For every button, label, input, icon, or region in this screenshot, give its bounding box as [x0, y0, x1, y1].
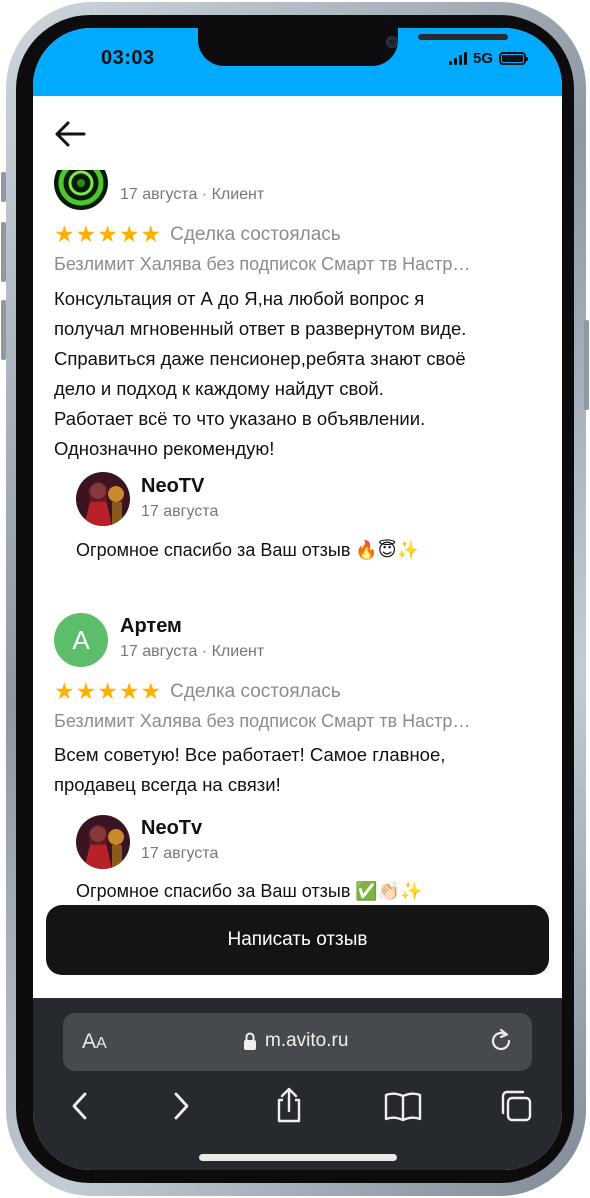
review-date: 17 августа · Клиент — [120, 186, 265, 203]
review-text: Всем советую! Все работает! Самое главно… — [54, 744, 446, 795]
side-button — [1, 300, 6, 360]
seller-name: NeoTV — [141, 475, 205, 497]
review-text: Консультация от А до Я,на любой вопрос я… — [54, 288, 467, 459]
star-icon: ★ — [54, 678, 75, 704]
camera — [386, 36, 398, 48]
side-button — [1, 172, 6, 202]
chevron-right-icon[interactable] — [161, 1086, 201, 1126]
seller-avatar — [76, 815, 130, 869]
seller-name: NeoTv — [141, 817, 203, 839]
home-indicator[interactable] — [199, 1154, 397, 1161]
reply-date: 17 августа — [141, 503, 219, 520]
reply-text: Огромное спасибо за Ваш отзыв 🔥😇✨ — [76, 540, 419, 560]
rating-stars: ★ ★ ★ ★ ★ Сделка состоялась — [54, 223, 341, 246]
speaker — [418, 34, 508, 40]
arrow-left-icon — [55, 121, 86, 147]
star-icon: ★ — [54, 221, 75, 247]
star-icon: ★ — [118, 678, 140, 704]
browser-toolbar: AA m.avito.ru — [33, 998, 562, 1170]
side-button — [584, 320, 589, 410]
reload-icon[interactable] — [488, 1028, 514, 1054]
battery-icon — [499, 52, 528, 65]
avatar — [54, 170, 108, 210]
avatar: А — [54, 613, 108, 667]
star-icon: ★ — [140, 678, 162, 704]
screen: 03:03 5G 17 августа · Клиент ★ ★ ★ ★ ★ С… — [33, 28, 562, 1170]
back-button[interactable] — [53, 118, 89, 150]
address-bar[interactable]: AA m.avito.ru — [63, 1013, 532, 1071]
star-icon: ★ — [75, 678, 97, 704]
star-icon: ★ — [118, 221, 140, 247]
reader-settings-button[interactable]: AA — [82, 1030, 107, 1054]
url-display[interactable]: m.avito.ru — [243, 1030, 348, 1052]
network-type: 5G — [472, 50, 493, 67]
review-date: 17 августа · Клиент — [120, 643, 265, 660]
star-icon: ★ — [140, 221, 162, 247]
reviews-list[interactable]: 17 августа · Клиент ★ ★ ★ ★ ★ Сделка состоял… — [33, 170, 562, 1000]
side-button — [1, 222, 6, 282]
reply-text: Огромное спасибо за Ваш отзыв ✅👏🏻✨ — [76, 881, 423, 901]
star-icon: ★ — [97, 678, 118, 704]
review-product[interactable]: Безлимит Халява без подписок Смарт тв На… — [54, 711, 534, 732]
chevron-left-icon[interactable] — [61, 1086, 101, 1126]
seller-avatar — [76, 472, 130, 526]
deal-status: Сделка состоялась — [170, 223, 341, 245]
share-icon[interactable] — [269, 1086, 309, 1126]
star-icon: ★ — [97, 221, 118, 247]
write-review-button[interactable]: Написать отзыв — [46, 905, 549, 975]
browser-nav — [33, 1086, 562, 1132]
review-product[interactable]: Безлимит Халява без подписок Смарт тв На… — [54, 254, 534, 275]
review-author: Артем — [120, 615, 182, 637]
status-time: 03:03 — [101, 47, 155, 69]
rating-stars: ★ ★ ★ ★ ★ Сделка состоялась — [54, 680, 341, 703]
book-icon[interactable] — [383, 1086, 423, 1126]
lock-icon — [244, 1032, 256, 1050]
deal-status: Сделка состоялась — [170, 680, 341, 702]
notch — [198, 28, 508, 66]
star-icon: ★ — [75, 221, 97, 247]
tabs-icon[interactable] — [496, 1086, 536, 1126]
signal-icon — [448, 52, 467, 65]
reply-date: 17 августа — [141, 845, 219, 862]
status-icons: 5G — [448, 50, 528, 67]
